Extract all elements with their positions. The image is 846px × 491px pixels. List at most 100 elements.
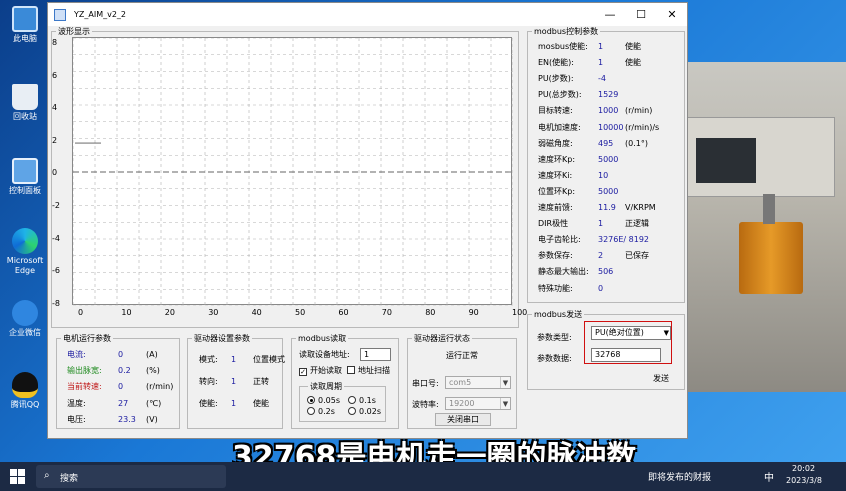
motor-param-unit: (℃): [146, 398, 162, 408]
param-name: 弱磁角度:: [538, 138, 573, 148]
param-row: 速度环Kp: 5000: [538, 154, 678, 166]
param-row: PU(总步数): 1529: [538, 89, 678, 101]
param-value: 0: [598, 283, 604, 293]
param-name: 静态最大输出:: [538, 267, 589, 277]
baud-label: 波特率:: [412, 400, 439, 409]
driver-param-unit: 使能: [253, 399, 269, 408]
x-tick-label: 70: [381, 308, 392, 317]
driver-status-text: 运行正常: [446, 351, 478, 360]
clock-date[interactable]: 2023/3/8: [786, 476, 822, 485]
maximize-button[interactable]: ☐: [626, 3, 656, 26]
period-radio-0[interactable]: 0.05s: [307, 395, 340, 406]
taskbar: ⌕ 搜索 即将发布的财报 中 20:02 2023/3/8: [0, 462, 846, 491]
port-select[interactable]: com5 ▼: [445, 376, 511, 389]
param-type-select[interactable]: PU(绝对位置) ▼: [591, 326, 671, 340]
baud-select[interactable]: 19200 ▼: [445, 397, 511, 410]
minimize-button[interactable]: —: [595, 3, 625, 26]
qq-icon[interactable]: 腾讯QQ: [3, 372, 47, 410]
desktop-icon-label: 企业微信: [9, 328, 41, 337]
motor-param-value: 0: [118, 382, 124, 392]
param-name: mosbus使能:: [538, 42, 588, 51]
param-data-input[interactable]: 32768: [591, 348, 661, 362]
control-panel-icon[interactable]: 控制面板: [3, 158, 47, 196]
search-placeholder: 搜索: [60, 474, 79, 484]
motor-param-value: 0: [118, 350, 124, 359]
param-row: 电子齿轮比: 3276E/ 8192: [538, 234, 678, 246]
param-row: 特殊功能: 0: [538, 283, 678, 295]
param-name: PU(步数):: [538, 74, 574, 84]
driver-settings-label: 驱动器设置参数: [192, 333, 252, 344]
param-name: 目标转速:: [538, 106, 573, 116]
y-tick-label: 2: [52, 135, 58, 145]
wecom-icon[interactable]: 企业微信: [3, 300, 47, 338]
param-value: 11.9: [598, 203, 616, 212]
motor-param-unit: (A): [146, 350, 158, 359]
radio-selected-icon: [307, 396, 315, 404]
checkbox-checked-icon: ✓: [299, 368, 307, 376]
param-value: 5000: [598, 154, 619, 164]
chevron-down-icon: ▼: [500, 377, 510, 388]
recycle-bin-icon[interactable]: 回收站: [3, 84, 47, 122]
send-button[interactable]: 发送: [653, 373, 669, 384]
motor-param-value: 27: [118, 398, 129, 408]
close-port-button[interactable]: 关闭串口: [435, 413, 491, 426]
start-button[interactable]: [10, 469, 25, 484]
param-unit: 正逻辑: [625, 219, 649, 229]
radio-icon: [348, 396, 356, 404]
param-name: DIR极性: [538, 219, 569, 229]
period-radio-3[interactable]: 0.02s: [348, 406, 381, 417]
oscilloscope-image: [685, 117, 835, 197]
period-radio-2[interactable]: 0.2s: [307, 406, 335, 417]
y-tick-label: 8: [52, 38, 58, 47]
driver-param-value: 1: [231, 377, 237, 386]
param-name: 速度环Kp:: [538, 154, 576, 164]
param-name: 位置环Kp:: [538, 186, 576, 196]
ime-indicator[interactable]: 中: [764, 469, 774, 484]
y-tick-label: -6: [52, 266, 60, 276]
read-address-label: 读取设备地址:: [299, 350, 350, 359]
motor-param-value: 0.2: [118, 366, 131, 376]
param-name: 电机加速度:: [538, 122, 581, 132]
driver-param-name: 使能:: [199, 399, 218, 408]
motor-param-name: 电压:: [67, 414, 86, 424]
period-label: 0.02s: [359, 407, 381, 416]
address-scan-checkbox[interactable]: 地址扫描: [347, 365, 390, 376]
param-row: 弱磁角度: 495 (0.1°): [538, 138, 678, 150]
driver-status-label: 驱动器运行状态: [412, 333, 472, 344]
x-tick-label: 10: [121, 308, 132, 317]
driver-param-value: 1: [231, 399, 237, 408]
panel-icon: [12, 158, 38, 184]
search-box[interactable]: ⌕ 搜索: [36, 465, 226, 488]
read-address-input[interactable]: 1: [360, 348, 391, 361]
edge-icon[interactable]: Microsoft Edge: [3, 228, 47, 276]
radio-icon: [348, 407, 356, 415]
motor-status-label: 电机运行参数: [61, 333, 113, 344]
news-widget[interactable]: 即将发布的财报: [648, 470, 711, 483]
x-tick-label: 50: [295, 308, 306, 317]
period-radio-1[interactable]: 0.1s: [348, 395, 376, 406]
motor-shaft-image: [763, 194, 775, 224]
param-name: 速度前馈:: [538, 203, 573, 212]
this-pc-icon[interactable]: 此电脑: [3, 6, 47, 44]
close-button[interactable]: ✕: [657, 3, 687, 26]
param-name: 特殊功能:: [538, 283, 573, 293]
param-value: 5000: [598, 186, 619, 196]
param-row: 目标转速: 1000 (r/min): [538, 105, 678, 117]
x-tick-label: 100: [512, 308, 528, 317]
period-label: 0.1s: [359, 396, 376, 405]
start-read-checkbox[interactable]: ✓ 开始读取: [299, 365, 342, 376]
qq-penguin-icon: [12, 372, 38, 398]
port-label: 串口号:: [412, 379, 439, 388]
motor-param-value: 23.3: [118, 414, 136, 424]
param-type-label: 参数类型:: [537, 333, 572, 342]
motor-param-unit: (V): [146, 414, 158, 424]
clock-time[interactable]: 20:02: [792, 464, 815, 473]
address-scan-label: 地址扫描: [358, 366, 390, 375]
desktop-icon-label: 腾讯QQ: [10, 400, 40, 409]
desktop-icon-label: 控制面板: [9, 186, 41, 195]
y-tick-label: -4: [52, 233, 60, 243]
param-row: PU(步数): -4: [538, 73, 678, 85]
y-tick-label: 0: [52, 168, 58, 178]
x-tick-label: 40: [251, 308, 262, 317]
driver-param-unit: 位置模式: [253, 355, 285, 364]
